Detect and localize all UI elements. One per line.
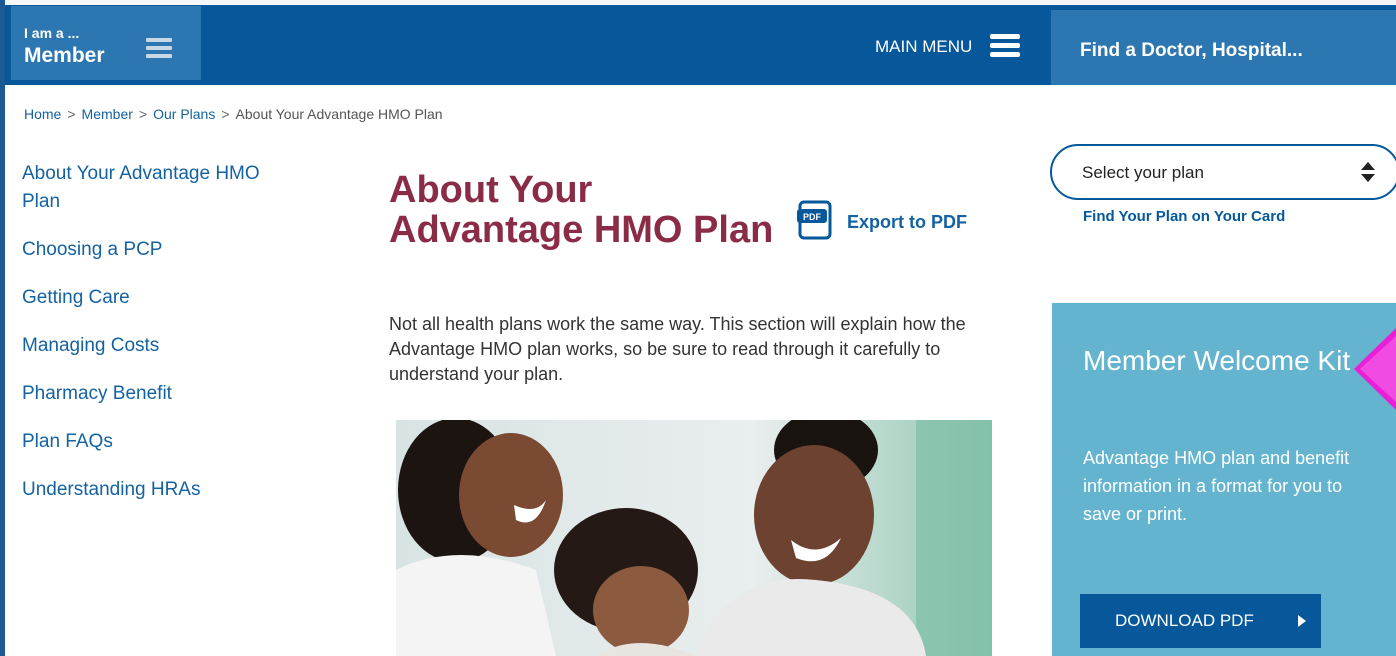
nav-item-plan-faqs[interactable]: Plan FAQs: [22, 428, 282, 456]
hamburger-icon[interactable]: [146, 38, 172, 58]
download-pdf-button[interactable]: DOWNLOAD PDF: [1080, 594, 1321, 648]
left-nav: About Your Advantage HMO Plan Choosing a…: [22, 160, 282, 524]
breadcrumb-current: About Your Advantage HMO Plan: [235, 106, 443, 122]
welcome-kit-title: Member Welcome Kit: [1083, 345, 1351, 376]
pdf-document-icon[interactable]: PDF: [797, 199, 837, 241]
breadcrumb-home[interactable]: Home: [24, 106, 61, 122]
nav-item-about-plan[interactable]: About Your Advantage HMO Plan: [22, 160, 282, 216]
nav-item-getting-care[interactable]: Getting Care: [22, 284, 282, 312]
plan-select-value[interactable]: Select your plan: [1082, 163, 1204, 183]
hamburger-icon[interactable]: [990, 34, 1020, 58]
caret-right-icon: [1298, 615, 1306, 627]
breadcrumb-separator: >: [67, 106, 76, 122]
plan-select[interactable]: Select your plan: [1050, 144, 1396, 200]
nav-item-choosing-pcp[interactable]: Choosing a PCP: [22, 236, 282, 264]
export-pdf-label[interactable]: Export to PDF: [847, 212, 967, 233]
find-plan-on-card-link[interactable]: Find Your Plan on Your Card: [1083, 208, 1285, 225]
pdf-icon-text: PDF: [803, 212, 822, 222]
breadcrumb-member[interactable]: Member: [82, 106, 133, 122]
updown-arrows-icon[interactable]: [1360, 160, 1376, 184]
member-selector-label: Member: [24, 44, 105, 67]
family-photo: [396, 420, 992, 656]
breadcrumb-our-plans[interactable]: Our Plans: [153, 106, 215, 122]
nav-item-managing-costs[interactable]: Managing Costs: [22, 332, 282, 360]
breadcrumb-separator: >: [221, 106, 230, 122]
nav-item-pharmacy-benefit[interactable]: Pharmacy Benefit: [22, 380, 282, 408]
nav-item-understanding-hras[interactable]: Understanding HRAs: [22, 476, 282, 504]
member-welcome-kit-panel: Member Welcome Kit Advantage HMO plan an…: [1052, 303, 1396, 656]
breadcrumb: Home > Member > Our Plans > About Your Advanta…: [24, 106, 443, 122]
breadcrumb-separator: >: [138, 106, 148, 122]
member-selector-prefix: I am a ...: [24, 25, 80, 41]
member-selector[interactable]: [11, 6, 201, 80]
left-edge-border: [0, 0, 5, 656]
page-title: About Your Advantage HMO Plan: [389, 169, 774, 251]
main-menu-label[interactable]: MAIN MENU: [875, 37, 972, 57]
download-pdf-label[interactable]: DOWNLOAD PDF: [1115, 611, 1254, 631]
intro-text: Not all health plans work the same way. …: [389, 314, 966, 384]
welcome-kit-description: Advantage HMO plan and benefit informati…: [1083, 448, 1350, 524]
page: I am a ... Member MAIN MENU Find a Docto…: [0, 0, 1396, 656]
pointer-arrow-icon: [1354, 328, 1396, 410]
family-photo-illustration: [396, 420, 992, 656]
find-doctor-label[interactable]: Find a Doctor, Hospital...: [1080, 40, 1303, 62]
